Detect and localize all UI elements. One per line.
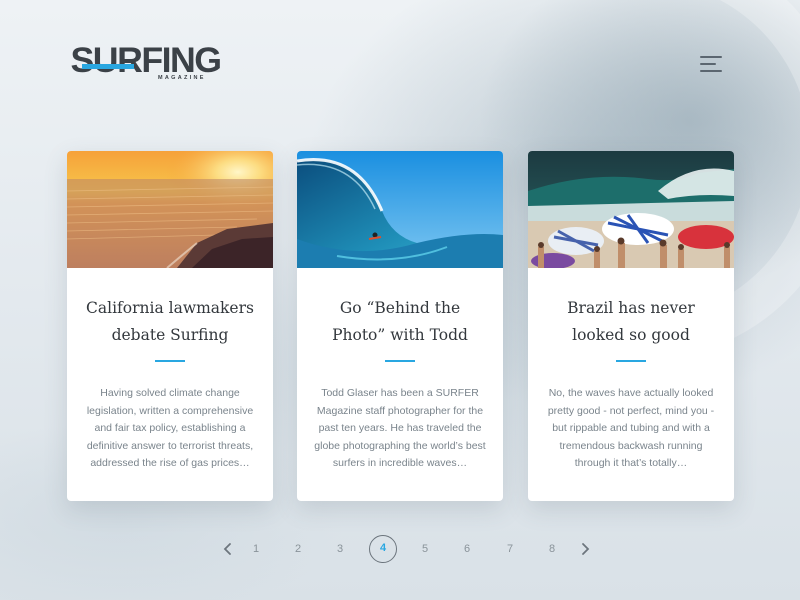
article-card[interactable]: Brazil has never looked so good No, the … <box>528 151 734 501</box>
menu-line <box>700 70 722 72</box>
page-link-6[interactable]: 6 <box>453 536 481 562</box>
article-excerpt: Todd Glaser has been a SURFER Magazine s… <box>314 387 486 469</box>
page-link-7[interactable]: 7 <box>496 536 524 562</box>
page-link-3[interactable]: 3 <box>326 536 354 562</box>
site-logo[interactable]: SURFING MAGAZINE <box>71 42 224 86</box>
logo-accent-stripe <box>82 64 134 69</box>
title-line: Go “Behind the <box>339 299 461 317</box>
article-excerpt: Having solved climate change legislation… <box>86 387 254 469</box>
title-divider <box>385 360 415 362</box>
page-link-8[interactable]: 8 <box>538 536 566 562</box>
page-link-current[interactable]: 4 <box>369 535 397 563</box>
article-title[interactable]: Go “Behind the Photo” with Todd <box>307 295 493 349</box>
page-link-5[interactable]: 5 <box>411 536 439 562</box>
title-line: California lawmakers <box>86 299 254 317</box>
article-excerpt: No, the waves have actually looked prett… <box>547 387 715 469</box>
page-link-2[interactable]: 2 <box>284 536 312 562</box>
barrel-wave-surfer-photo[interactable] <box>297 151 503 268</box>
menu-line <box>700 63 716 65</box>
logo-subtitle: MAGAZINE <box>158 75 206 81</box>
chevron-right-icon[interactable] <box>577 541 593 557</box>
menu-line <box>700 56 722 58</box>
title-line: Brazil has never <box>567 299 695 317</box>
title-divider <box>616 360 646 362</box>
title-line: Photo” with Todd <box>332 326 468 344</box>
brazil-beach-umbrellas-photo[interactable] <box>528 151 734 268</box>
article-title[interactable]: Brazil has never looked so good <box>538 295 724 349</box>
title-line: looked so good <box>572 326 690 344</box>
chevron-left-icon[interactable] <box>220 541 236 557</box>
sunset-coastline-photo[interactable] <box>67 151 273 268</box>
article-card[interactable]: California lawmakers debate Surfing Havi… <box>67 151 273 501</box>
article-title[interactable]: California lawmakers debate Surfing <box>77 295 263 349</box>
hamburger-menu-icon[interactable] <box>700 56 724 76</box>
title-divider <box>155 360 185 362</box>
article-card[interactable]: Go “Behind the Photo” with Todd Todd Gla… <box>297 151 503 501</box>
page-link-1[interactable]: 1 <box>242 536 270 562</box>
title-line: debate Surfing <box>111 326 229 344</box>
